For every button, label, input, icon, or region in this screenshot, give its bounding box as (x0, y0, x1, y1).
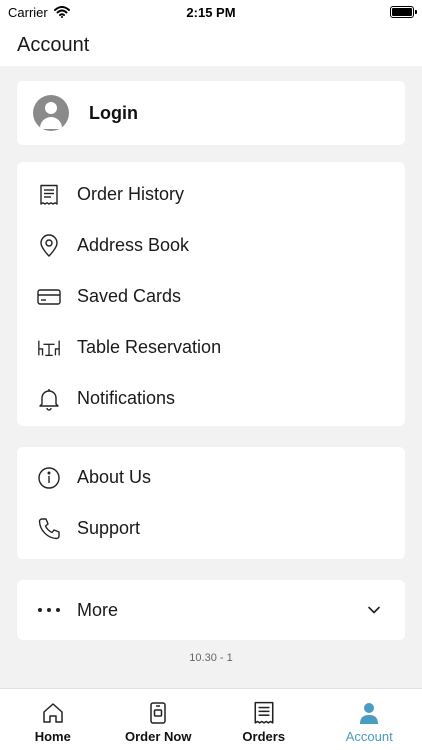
status-left: Carrier (8, 5, 70, 20)
menu-item-support[interactable]: Support (17, 503, 405, 554)
tab-label: Home (34, 729, 71, 744)
tab-home[interactable]: Home (0, 689, 106, 750)
menu-item-order-history[interactable]: Order History (17, 169, 405, 220)
menu-item-label: Table Reservation (77, 337, 222, 357)
battery-icon (390, 6, 417, 18)
info-menu: About Us Support (17, 447, 405, 559)
wifi-icon (53, 6, 70, 18)
tab-label: Order Now (125, 729, 192, 744)
tab-order-now[interactable]: Order Now (106, 689, 212, 750)
bell-icon (37, 387, 61, 411)
home-icon (43, 703, 63, 723)
status-bar: Carrier 2:15 PM (0, 0, 422, 24)
table-chairs-icon (37, 336, 61, 360)
avatar-icon (33, 95, 69, 131)
page-title: Account (17, 33, 90, 56)
more-section[interactable]: More (17, 580, 405, 640)
more-label: More (77, 599, 119, 620)
info-icon (37, 466, 61, 490)
menu-item-label: Saved Cards (77, 286, 182, 306)
menu-item-table-reservation[interactable]: Table Reservation (17, 322, 405, 373)
location-pin-icon (37, 233, 61, 258)
tab-label: Account (345, 729, 393, 744)
order-icon (150, 702, 166, 724)
menu-item-label: About Us (77, 467, 152, 487)
tab-bar: Home Order Now Orders Account (0, 688, 422, 750)
phone-icon (37, 517, 61, 541)
menu-item-label: Address Book (77, 235, 190, 255)
menu-item-about-us[interactable]: About Us (17, 452, 405, 503)
account-menu: Order History Address Book Saved Cards T… (17, 162, 405, 426)
receipt-icon (254, 701, 274, 724)
menu-item-label: Support (77, 518, 141, 538)
tab-account[interactable]: Account (317, 689, 422, 750)
menu-item-notifications[interactable]: Notifications (17, 373, 405, 424)
chevron-down-icon[interactable] (367, 602, 381, 620)
menu-item-label: Order History (77, 184, 185, 204)
app-version: 10.30 - 1 (189, 652, 233, 664)
login-label: Login (89, 102, 138, 123)
menu-item-label: Notifications (77, 388, 176, 408)
carrier-label: Carrier (8, 4, 48, 20)
user-icon (360, 703, 379, 724)
menu-item-saved-cards[interactable]: Saved Cards (17, 271, 405, 322)
login-row[interactable]: Login (17, 81, 405, 145)
tab-label: Orders (242, 729, 286, 744)
credit-card-icon (37, 285, 61, 309)
account-content: Login Order History Address Book Saved C… (0, 66, 422, 688)
nav-header: Account (0, 24, 422, 66)
receipt-icon (37, 183, 61, 207)
more-row[interactable]: More (17, 580, 405, 640)
tab-orders[interactable]: Orders (211, 689, 317, 750)
ellipsis-icon (37, 598, 61, 622)
menu-item-address-book[interactable]: Address Book (17, 220, 405, 271)
